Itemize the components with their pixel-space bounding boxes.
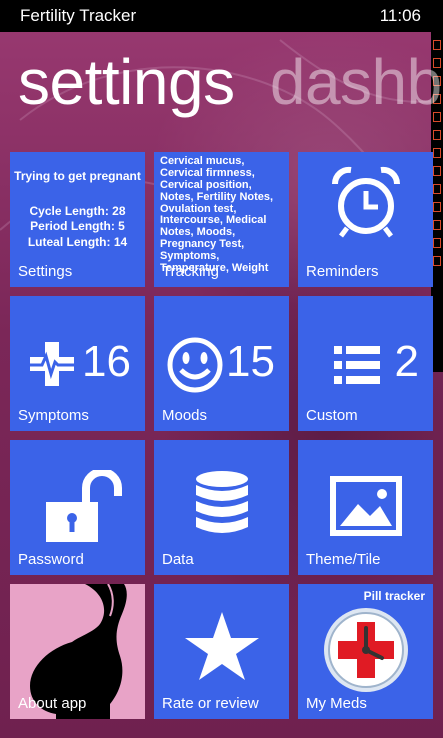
settings-summary: Trying to get pregnant Cycle Length: 28 … (10, 170, 145, 251)
tracking-tile[interactable]: Cervical mucus, Cervical firmness, Cervi… (154, 152, 289, 287)
alarm-clock-icon (331, 166, 401, 238)
list-icon (334, 346, 380, 384)
reminders-tile-label: Reminders (306, 263, 379, 280)
hub-header: settings dashb (18, 50, 442, 114)
moods-tile-label: Moods (162, 407, 208, 424)
meds-tile-label: My Meds (306, 695, 367, 712)
symptoms-tile[interactable]: 16 Symptoms (10, 296, 145, 431)
settings-heading: Trying to get pregnant (14, 169, 141, 183)
symptoms-tile-label: Symptoms (18, 407, 89, 424)
about-tile[interactable]: About app (10, 584, 145, 719)
settings-tile-label: Settings (18, 263, 73, 280)
app-title: Fertility Tracker (20, 6, 137, 25)
star-icon (185, 612, 259, 680)
tile-grid: Trying to get pregnant Cycle Length: 28 … (10, 152, 433, 719)
theme-tile-label: Theme/Tile (306, 551, 381, 568)
clock: 11:06 (379, 6, 421, 25)
medical-cross-clock-icon (324, 608, 408, 692)
database-icon (196, 471, 248, 533)
symptoms-count: 16 (82, 337, 131, 386)
data-tile[interactable]: Data (154, 440, 289, 575)
moods-tile[interactable]: 15 Moods (154, 296, 289, 431)
tracking-tile-label: Tracking (162, 263, 219, 280)
password-tile[interactable]: Password (10, 440, 145, 575)
hub-section-settings[interactable]: settings (18, 46, 235, 118)
cycle-length: Cycle Length: 28 (29, 203, 126, 218)
luteal-length: Luteal Length: 14 (27, 234, 128, 249)
data-tile-label: Data (162, 551, 194, 568)
reminders-tile[interactable]: Reminders (298, 152, 433, 287)
custom-tile-label: Custom (306, 407, 358, 424)
password-tile-label: Password (18, 551, 84, 568)
picture-icon (330, 476, 402, 536)
rate-tile[interactable]: Rate or review (154, 584, 289, 719)
about-tile-label: About app (18, 695, 87, 712)
settings-tile[interactable]: Trying to get pregnant Cycle Length: 28 … (10, 152, 145, 287)
custom-tile[interactable]: 2 Custom (298, 296, 433, 431)
meds-tile[interactable]: Pill tracker My Meds (298, 584, 433, 719)
period-length: Period Length: 5 (30, 219, 125, 234)
pill-tracker-title: Pill tracker (363, 589, 425, 603)
theme-tile[interactable]: Theme/Tile (298, 440, 433, 575)
moods-count: 15 (226, 337, 275, 386)
custom-count: 2 (394, 337, 419, 386)
hub-section-dashboard[interactable]: dashb (270, 46, 442, 118)
rate-tile-label: Rate or review (162, 695, 259, 712)
unlocked-padlock-icon (46, 470, 122, 542)
smiley-icon (167, 337, 223, 393)
tracking-items: Cervical mucus, Cervical firmness, Cervi… (160, 155, 274, 274)
heartbeat-cross-icon (30, 342, 74, 386)
status-bar: Fertility Tracker 11:06 (0, 0, 443, 32)
